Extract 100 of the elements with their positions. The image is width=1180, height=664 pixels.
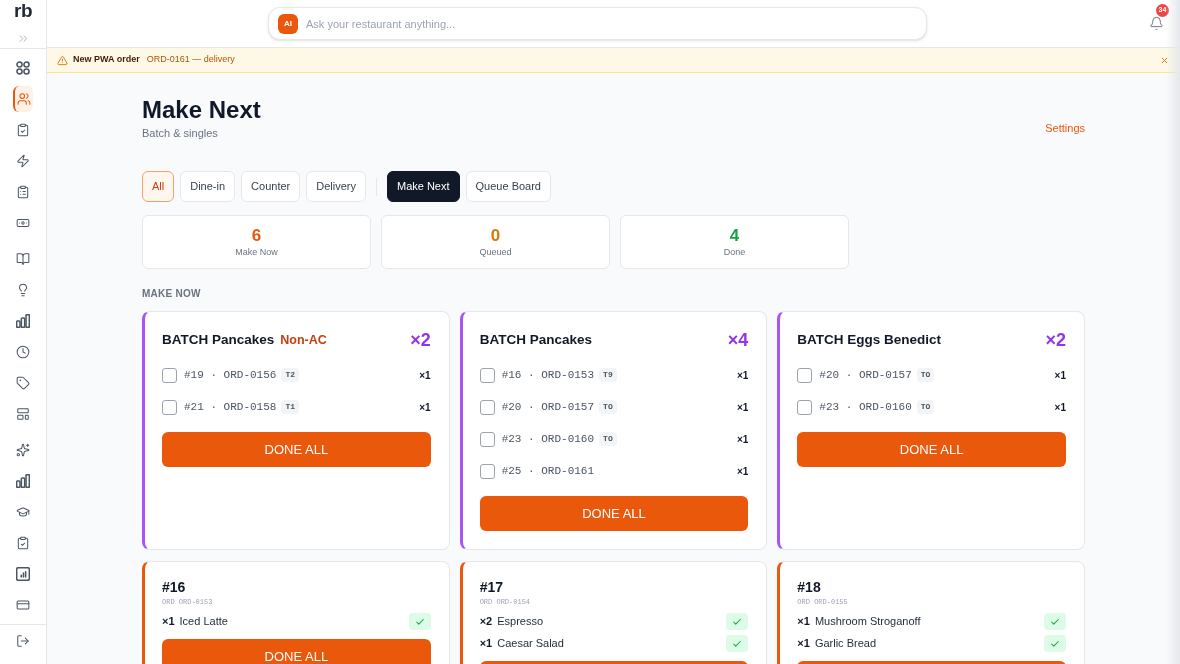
warning-icon: [57, 54, 68, 66]
section-heading: MAKE NOW: [142, 288, 202, 300]
page-title: Make Next: [142, 96, 261, 124]
stat-label: Make Now: [235, 246, 278, 258]
table-badge: TO: [916, 368, 935, 382]
settings-link[interactable]: Settings: [1045, 121, 1085, 135]
app-logo: rb: [13, 1, 33, 21]
batch-title: BATCH Eggs Benedict: [797, 331, 942, 349]
ai-badge: AI: [278, 13, 298, 34]
close-button[interactable]: [1159, 55, 1169, 65]
item-quantity: ×1: [419, 400, 431, 415]
search-bar[interactable]: AI Ask your restaurant anything...: [268, 7, 927, 40]
order-checkbox[interactable]: [162, 399, 177, 415]
filter-tab[interactable]: Dine-in: [180, 171, 236, 202]
stat-label: Done: [723, 246, 746, 258]
batch-quantity: ×2: [1045, 330, 1066, 350]
item-quantity: ×1: [797, 636, 810, 652]
filter-tab[interactable]: Delivery: [306, 171, 366, 202]
order-label: #25 · ORD-0161: [501, 463, 595, 479]
batch-quantity: ×2: [410, 330, 431, 350]
grid-dots-icon: [16, 61, 30, 75]
view-tab[interactable]: Make Next: [386, 171, 460, 202]
order-checkbox[interactable]: [479, 463, 495, 479]
item-quantity: ×1: [797, 614, 810, 630]
table-badge: TO: [599, 432, 617, 446]
item-quantity: ×1: [736, 432, 749, 447]
order-label: #16 · ORD-0153: [501, 367, 595, 383]
batch-tag: Non-AC: [280, 330, 327, 350]
item-name: Caesar Salad: [497, 636, 564, 652]
item-name: Espresso: [497, 614, 544, 630]
table-badge: TO: [599, 400, 617, 414]
layout-icon: [16, 407, 30, 421]
search-field[interactable]: Ask your restaurant anything...: [306, 13, 916, 34]
table-badge: T1: [281, 400, 300, 414]
item-quantity: ×1: [1054, 400, 1066, 415]
close-icon: [1159, 55, 1169, 65]
order-label: #20 · ORD-0157: [819, 367, 912, 383]
order-checkbox[interactable]: [162, 367, 177, 383]
stat-label: Queued: [479, 246, 512, 258]
done-all-button[interactable]: DONE ALL: [162, 432, 431, 467]
view-tab[interactable]: Queue Board: [465, 171, 551, 202]
sparkles-icon: [16, 443, 30, 457]
stat-value: 4: [729, 226, 740, 246]
stat-value: 0: [490, 226, 501, 246]
banknote-icon: [16, 216, 30, 230]
done-all-button[interactable]: DONE ALL: [479, 496, 749, 531]
users-icon: [17, 92, 31, 106]
table-badge: T2: [281, 368, 300, 382]
item-quantity: ×1: [479, 636, 493, 652]
item-quantity: ×1: [162, 614, 175, 630]
done-all-button[interactable]: DONE ALL: [797, 432, 1066, 467]
tag-icon: [16, 376, 30, 390]
item-name: Garlic Bread: [814, 636, 876, 652]
lightning-icon: [16, 154, 30, 168]
order-label: #21 · ORD-0158: [184, 399, 277, 415]
clipboard-check-icon: [16, 123, 30, 137]
ticket-number: #17: [479, 578, 504, 596]
banner-title: New PWA order: [73, 53, 140, 67]
item-quantity: ×1: [736, 464, 749, 479]
graduation-cap-icon: [16, 505, 30, 519]
item-quantity: ×2: [479, 614, 493, 630]
sidebar-nav-item[interactable]: [13, 86, 33, 112]
lightbulb-icon: [16, 283, 30, 297]
banner-detail: ORD-0161 — delivery: [146, 53, 235, 67]
batch-title: BATCH Pancakes: [162, 331, 275, 349]
notifications-button[interactable]: [1147, 14, 1165, 33]
filter-tab[interactable]: Counter: [241, 171, 301, 202]
clipboard-list-icon: [16, 185, 30, 199]
order-checkbox[interactable]: [479, 431, 495, 447]
logout-icon: [16, 634, 30, 648]
clipboard-check-icon: [16, 536, 30, 550]
batch-title: BATCH Pancakes: [479, 331, 592, 349]
bar-chart-icon: [16, 474, 30, 488]
done-all-button[interactable]: DONE ALL: [162, 639, 431, 664]
order-label: #19 · ORD-0156: [184, 367, 277, 383]
stat-value: 6: [251, 226, 262, 246]
item-name: Iced Latte: [179, 614, 228, 630]
order-checkbox[interactable]: [797, 367, 813, 383]
batch-quantity: ×4: [727, 330, 749, 350]
clock-icon: [16, 345, 30, 359]
order-checkbox[interactable]: [479, 367, 495, 383]
table-badge: TO: [916, 400, 935, 414]
item-quantity: ×1: [736, 400, 749, 415]
order-label: #20 · ORD-0157: [501, 399, 595, 415]
order-label: #23 · ORD-0160: [819, 399, 912, 415]
filter-tab[interactable]: All: [142, 171, 175, 202]
item-quantity: ×1: [736, 368, 749, 383]
book-icon: [16, 252, 30, 266]
ticket-number: #16: [162, 578, 187, 596]
table-badge: T9: [599, 368, 617, 382]
item-quantity: ×1: [1054, 368, 1066, 383]
item-name: Mushroom Stroganoff: [814, 614, 921, 630]
bar-chart-icon: [16, 314, 30, 328]
card-icon: [16, 598, 30, 612]
bell-icon: [1148, 16, 1164, 31]
order-checkbox[interactable]: [797, 399, 813, 415]
order-label: #23 · ORD-0160: [501, 431, 595, 447]
ticket-number: #18: [797, 578, 822, 596]
item-quantity: ×1: [419, 368, 431, 383]
order-checkbox[interactable]: [479, 399, 495, 415]
